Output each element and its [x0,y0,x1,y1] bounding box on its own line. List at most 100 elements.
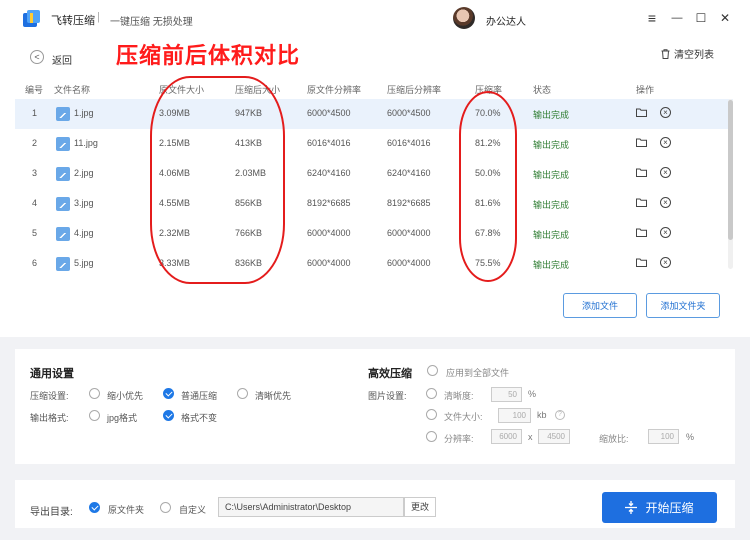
option-normal-compress[interactable]: 普通压缩 [181,389,217,402]
row-new-res: 6016*4016 [387,138,431,148]
header-actions: 操作 [636,85,655,95]
remove-icon[interactable]: × [660,257,671,268]
back-button[interactable]: 返回 [52,52,72,67]
resolution-height-input[interactable]: 4500 [538,429,570,444]
image-thumb-icon [56,167,70,181]
remove-icon[interactable]: × [660,137,671,148]
start-compress-button[interactable]: 开始压缩 [602,492,717,523]
row-new-res: 6000*4500 [387,108,431,118]
file-size-input[interactable]: 100 [498,408,531,423]
scrollbar-thumb[interactable] [728,100,733,240]
clarity-input[interactable]: 50 [491,387,522,402]
remove-icon[interactable]: × [660,107,671,118]
radio-file-size[interactable] [426,409,437,420]
remove-icon[interactable]: × [660,227,671,238]
compress-icon [625,501,638,514]
scale-input[interactable]: 100 [648,429,679,444]
row-orig-res: 6000*4000 [307,258,351,268]
output-path-input[interactable]: C:\Users\Administrator\Desktop [218,497,404,517]
app-title: 飞转压缩 [51,15,95,27]
annotation-ring-sizes [150,76,285,284]
resolution-width-input[interactable]: 6000 [491,429,522,444]
clarity-label: 清晰度: [444,391,474,401]
radio-clarity-first[interactable] [237,388,248,399]
table-row[interactable]: 3 2.jpg 4.06MB 2.03MB 6240*4160 6240*416… [15,159,733,189]
radio-custom[interactable] [160,502,171,513]
open-folder-icon[interactable] [636,138,647,147]
row-status: 输出完成 [533,170,570,180]
table-row[interactable]: 1 1.jpg 3.09MB 947KB 6000*4500 6000*4500… [15,99,733,129]
help-icon[interactable]: ? [555,410,565,420]
close-icon[interactable]: ✕ [716,9,734,27]
row-no: 5 [32,228,38,238]
row-no: 1 [32,108,38,118]
remove-icon[interactable]: × [660,167,671,178]
radio-keep-format[interactable] [163,410,174,421]
change-path-button[interactable]: 更改 [404,497,436,517]
title-separator: | [97,11,100,23]
radio-clarity[interactable] [426,388,437,399]
table-row[interactable]: 2 11.jpg 2.15MB 413KB 6016*4016 6016*401… [15,129,733,159]
header-new-res: 压缩后分辨率 [387,85,442,95]
row-new-res: 6240*4160 [387,168,431,178]
open-folder-icon[interactable] [636,168,647,177]
row-orig-res: 6240*4160 [307,168,351,178]
open-folder-icon[interactable] [636,198,647,207]
radio-shrink-first[interactable] [89,388,100,399]
radio-jpg-format[interactable] [89,410,100,421]
row-new-res: 6000*4000 [387,258,431,268]
annotation-ring-rate [459,91,517,282]
header-status: 状态 [533,85,552,95]
file-size-label: 文件大小: [444,412,483,422]
option-jpg-format[interactable]: jpg格式 [107,411,137,424]
compress-settings-label: 压缩设置: [30,391,69,401]
remove-icon[interactable]: × [660,197,671,208]
row-no: 6 [32,258,38,268]
row-status: 输出完成 [533,230,570,240]
header-orig-res: 原文件分辨率 [307,85,362,95]
maximize-icon[interactable]: ☐ [692,9,710,27]
add-file-button[interactable]: 添加文件 [563,293,637,318]
apply-all-label[interactable]: 应用到全部文件 [446,366,509,379]
user-name[interactable]: 办公达人 [486,13,526,28]
row-name: 4.jpg [74,228,94,238]
table-row[interactable]: 5 4.jpg 2.32MB 766KB 6000*4000 6000*4000… [15,219,733,249]
header-name: 文件名称 [54,85,91,95]
image-thumb-icon [56,107,70,121]
title-bar: 飞转压缩 | 一键压缩 无损处理 办公达人 ≡ — ☐ ✕ [0,0,750,37]
option-original-folder[interactable]: 原文件夹 [108,503,144,516]
option-keep-format[interactable]: 格式不变 [181,411,217,424]
table-header: 编号 文件名称 原文件大小 压缩后大小 原文件分辨率 压缩后分辨率 压缩率 状态… [15,83,733,97]
open-folder-icon[interactable] [636,258,647,267]
row-name: 1.jpg [74,108,94,118]
back-icon[interactable]: < [30,50,44,64]
avatar[interactable] [453,7,475,29]
open-folder-icon[interactable] [636,108,647,117]
option-custom[interactable]: 自定义 [179,503,206,516]
add-folder-button[interactable]: 添加文件夹 [646,293,720,318]
open-folder-icon[interactable] [636,228,647,237]
option-shrink-first[interactable]: 缩小优先 [107,389,143,402]
row-no: 3 [32,168,38,178]
option-clarity-first[interactable]: 清晰优先 [255,389,291,402]
table-row[interactable]: 6 5.jpg 3.33MB 836KB 6000*4000 6000*4000… [15,249,733,279]
image-thumb-icon [56,257,70,271]
row-no: 4 [32,198,38,208]
start-compress-label: 开始压缩 [645,501,694,515]
clear-list-label: 清空列表 [674,50,714,61]
table-row[interactable]: 4 3.jpg 4.55MB 856KB 8192*6685 8192*6685… [15,189,733,219]
menu-icon[interactable]: ≡ [643,9,661,27]
clear-list-button[interactable]: 清空列表 [661,46,714,61]
export-dir-label: 导出目录: [30,507,73,518]
row-status: 输出完成 [533,110,570,120]
radio-normal-compress[interactable] [163,388,174,399]
scale-unit: % [686,432,695,442]
minimize-icon[interactable]: — [668,9,686,27]
radio-resolution[interactable] [426,431,437,442]
row-name: 11.jpg [74,138,98,148]
radio-original-folder[interactable] [89,502,100,513]
row-new-res: 6000*4000 [387,228,431,238]
row-name: 5.jpg [74,258,94,268]
radio-apply-all[interactable] [427,365,438,376]
row-status: 输出完成 [533,200,570,210]
